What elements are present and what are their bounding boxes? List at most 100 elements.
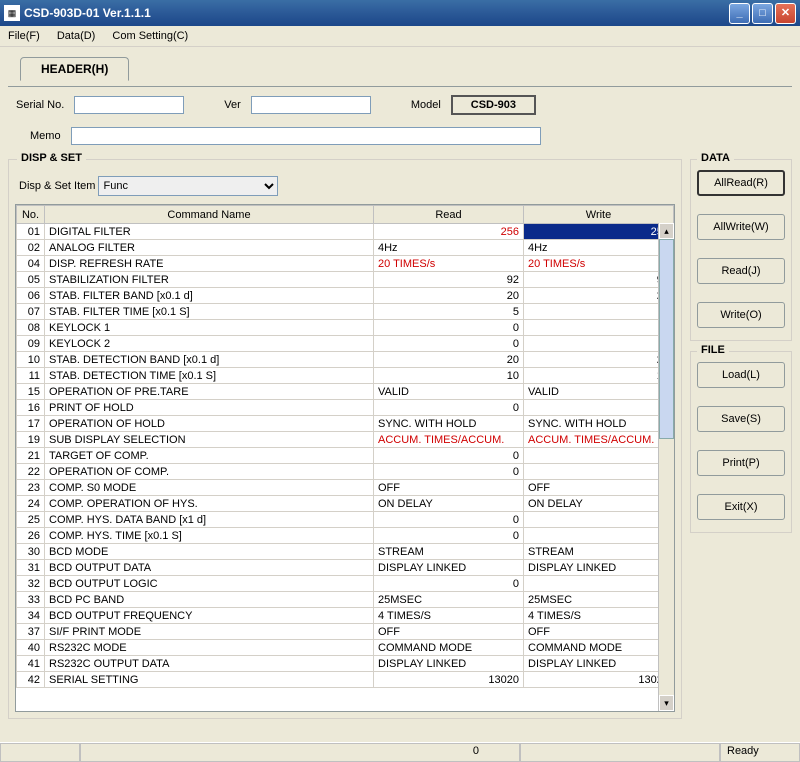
menu-com-setting[interactable]: Com Setting(C) <box>112 30 188 42</box>
serial-input[interactable] <box>74 96 184 114</box>
cell-read[interactable]: 0 <box>374 576 524 592</box>
table-row[interactable]: 05STABILIZATION FILTER9292 <box>17 272 674 288</box>
cell-write[interactable]: 92 <box>524 272 674 288</box>
table-row[interactable]: 30BCD MODESTREAMSTREAM <box>17 544 674 560</box>
cell-read[interactable]: 20 <box>374 352 524 368</box>
table-row[interactable]: 16PRINT OF HOLD00 <box>17 400 674 416</box>
menu-data[interactable]: Data(D) <box>57 30 96 42</box>
table-row[interactable]: 19SUB DISPLAY SELECTIONACCUM. TIMES/ACCU… <box>17 432 674 448</box>
cell-read[interactable]: COMMAND MODE <box>374 640 524 656</box>
table-row[interactable]: 41RS232C OUTPUT DATADISPLAY LINKEDDISPLA… <box>17 656 674 672</box>
grid-scrollbar[interactable]: ▴ ▾ <box>658 223 674 711</box>
table-row[interactable]: 34BCD OUTPUT FREQUENCY4 TIMES/S4 TIMES/S <box>17 608 674 624</box>
cell-read[interactable]: DISPLAY LINKED <box>374 560 524 576</box>
table-row[interactable]: 10STAB. DETECTION BAND [x0.1 d]2020 <box>17 352 674 368</box>
read-button[interactable]: Read(J) <box>697 258 785 284</box>
menu-file[interactable]: File(F) <box>8 30 40 42</box>
cell-read[interactable]: DISPLAY LINKED <box>374 656 524 672</box>
table-row[interactable]: 33BCD PC BAND25MSEC25MSEC <box>17 592 674 608</box>
cell-write[interactable]: DISPLAY LINKED <box>524 560 674 576</box>
exit-button[interactable]: Exit(X) <box>697 494 785 520</box>
table-row[interactable]: 09KEYLOCK 200 <box>17 336 674 352</box>
table-row[interactable]: 24COMP. OPERATION OF HYS.ON DELAYON DELA… <box>17 496 674 512</box>
cell-write[interactable]: 0 <box>524 576 674 592</box>
cell-write[interactable]: 20 <box>524 288 674 304</box>
cell-write[interactable]: 256 <box>524 224 674 240</box>
table-row[interactable]: 06STAB. FILTER BAND [x0.1 d]2020 <box>17 288 674 304</box>
table-row[interactable]: 07STAB. FILTER TIME [x0.1 S]55 <box>17 304 674 320</box>
cell-write[interactable]: 0 <box>524 528 674 544</box>
cell-write[interactable]: 20 <box>524 352 674 368</box>
cell-write[interactable]: 13020 <box>524 672 674 688</box>
cell-write[interactable]: ON DELAY <box>524 496 674 512</box>
cell-write[interactable]: 4 TIMES/S <box>524 608 674 624</box>
cell-read[interactable]: OFF <box>374 624 524 640</box>
command-grid[interactable]: No. Command Name Read Write 01DIGITAL FI… <box>15 204 675 712</box>
cell-write[interactable]: 5 <box>524 304 674 320</box>
cell-read[interactable]: VALID <box>374 384 524 400</box>
table-row[interactable]: 11STAB. DETECTION TIME [x0.1 S]1010 <box>17 368 674 384</box>
cell-read[interactable]: 25MSEC <box>374 592 524 608</box>
cell-write[interactable]: 25MSEC <box>524 592 674 608</box>
load-button[interactable]: Load(L) <box>697 362 785 388</box>
minimize-button[interactable]: _ <box>729 3 750 24</box>
cell-read[interactable]: OFF <box>374 480 524 496</box>
tab-header[interactable]: HEADER(H) <box>20 57 129 81</box>
cell-write[interactable]: VALID <box>524 384 674 400</box>
cell-read[interactable]: ACCUM. TIMES/ACCUM. <box>374 432 524 448</box>
cell-write[interactable]: COMMAND MODE <box>524 640 674 656</box>
allread-button[interactable]: AllRead(R) <box>697 170 785 196</box>
save-button[interactable]: Save(S) <box>697 406 785 432</box>
print-button[interactable]: Print(P) <box>697 450 785 476</box>
cell-write[interactable]: OFF <box>524 480 674 496</box>
ver-input[interactable] <box>251 96 371 114</box>
memo-input[interactable] <box>71 127 541 145</box>
cell-write[interactable]: 0 <box>524 464 674 480</box>
cell-write[interactable]: 0 <box>524 512 674 528</box>
cell-read[interactable]: SYNC. WITH HOLD <box>374 416 524 432</box>
scroll-up-icon[interactable]: ▴ <box>659 223 674 239</box>
disp-set-item-select[interactable]: Func <box>98 176 278 196</box>
cell-read[interactable]: 0 <box>374 448 524 464</box>
cell-read[interactable]: 4 TIMES/S <box>374 608 524 624</box>
cell-read[interactable]: 10 <box>374 368 524 384</box>
cell-write[interactable]: 0 <box>524 448 674 464</box>
cell-read[interactable]: 0 <box>374 336 524 352</box>
table-row[interactable]: 31BCD OUTPUT DATADISPLAY LINKEDDISPLAY L… <box>17 560 674 576</box>
table-row[interactable]: 23COMP. S0 MODEOFFOFF <box>17 480 674 496</box>
cell-write[interactable]: ACCUM. TIMES/ACCUM. <box>524 432 674 448</box>
cell-write[interactable]: 0 <box>524 336 674 352</box>
cell-read[interactable]: 0 <box>374 320 524 336</box>
table-row[interactable]: 25COMP. HYS. DATA BAND [x1 d]00 <box>17 512 674 528</box>
cell-write[interactable]: STREAM <box>524 544 674 560</box>
table-row[interactable]: 01DIGITAL FILTER256256 <box>17 224 674 240</box>
cell-write[interactable]: DISPLAY LINKED <box>524 656 674 672</box>
table-row[interactable]: 22OPERATION OF COMP.00 <box>17 464 674 480</box>
cell-read[interactable]: 0 <box>374 464 524 480</box>
col-command-name[interactable]: Command Name <box>45 206 374 224</box>
cell-write[interactable]: SYNC. WITH HOLD <box>524 416 674 432</box>
table-row[interactable]: 04DISP. REFRESH RATE20 TIMES/s20 TIMES/s <box>17 256 674 272</box>
table-row[interactable]: 15OPERATION OF PRE.TAREVALIDVALID <box>17 384 674 400</box>
table-row[interactable]: 26COMP. HYS. TIME [x0.1 S]00 <box>17 528 674 544</box>
table-row[interactable]: 37SI/F PRINT MODEOFFOFF <box>17 624 674 640</box>
col-no[interactable]: No. <box>17 206 45 224</box>
cell-read[interactable]: STREAM <box>374 544 524 560</box>
cell-read[interactable]: 0 <box>374 528 524 544</box>
cell-read[interactable]: 92 <box>374 272 524 288</box>
col-write[interactable]: Write <box>524 206 674 224</box>
cell-write[interactable]: 20 TIMES/s <box>524 256 674 272</box>
table-row[interactable]: 02ANALOG FILTER4Hz4Hz <box>17 240 674 256</box>
cell-read[interactable]: 256 <box>374 224 524 240</box>
table-row[interactable]: 40RS232C MODECOMMAND MODECOMMAND MODE <box>17 640 674 656</box>
cell-write[interactable]: 4Hz <box>524 240 674 256</box>
cell-read[interactable]: 5 <box>374 304 524 320</box>
table-row[interactable]: 17OPERATION OF HOLDSYNC. WITH HOLDSYNC. … <box>17 416 674 432</box>
cell-read[interactable]: 20 TIMES/s <box>374 256 524 272</box>
cell-read[interactable]: ON DELAY <box>374 496 524 512</box>
cell-read[interactable]: 4Hz <box>374 240 524 256</box>
maximize-button[interactable]: □ <box>752 3 773 24</box>
cell-read[interactable]: 0 <box>374 512 524 528</box>
cell-read[interactable]: 0 <box>374 400 524 416</box>
cell-write[interactable]: 0 <box>524 320 674 336</box>
